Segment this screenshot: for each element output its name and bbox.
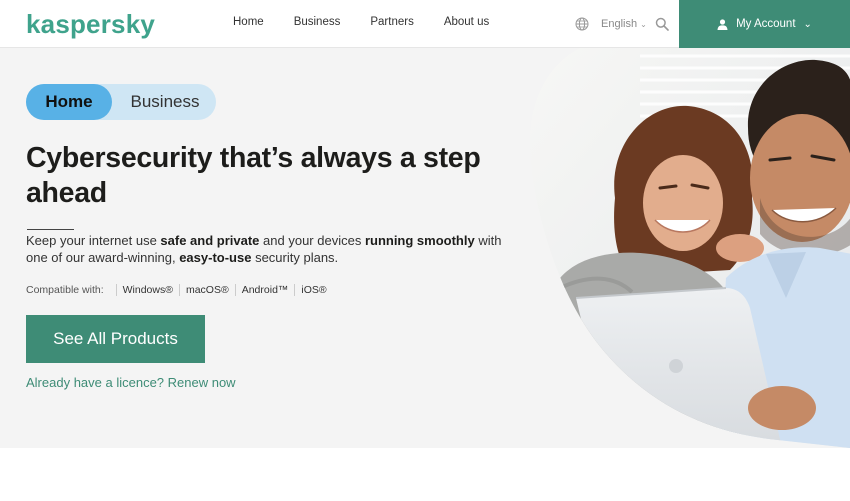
- platform-macos: macOS®: [178, 284, 235, 296]
- segment-toggle: Home Business: [26, 84, 216, 120]
- top-navigation: kaspersky Home Business Partners About u…: [0, 0, 850, 48]
- main-nav: Home Business Partners About us: [233, 16, 489, 28]
- see-all-products-button[interactable]: See All Products: [26, 315, 205, 363]
- desc-text-1: Keep your internet use: [26, 233, 161, 248]
- compatible-label: Compatible with:: [26, 284, 104, 296]
- platform-android: Android™: [234, 284, 295, 296]
- user-icon: [717, 18, 728, 30]
- hero-photo: [529, 48, 850, 448]
- chevron-down-icon: ⌄: [803, 18, 812, 30]
- toggle-home[interactable]: Home: [26, 84, 112, 120]
- platform-ios: iOS®: [294, 284, 332, 296]
- compatibility-row: Compatible with: Windows® macOS® Android…: [26, 284, 333, 296]
- language-label: English: [601, 18, 638, 30]
- nav-business[interactable]: Business: [294, 16, 341, 28]
- desc-text-2: and your devices: [259, 233, 365, 248]
- search-icon[interactable]: [655, 17, 669, 31]
- globe-icon[interactable]: [575, 17, 589, 31]
- nav-about-us[interactable]: About us: [444, 16, 489, 28]
- renew-licence-link[interactable]: Already have a licence? Renew now: [26, 375, 236, 390]
- my-account-label: My Account: [736, 18, 796, 30]
- my-account-button[interactable]: My Account ⌄: [679, 0, 850, 48]
- kaspersky-logo[interactable]: kaspersky: [26, 9, 155, 40]
- desc-bold-easy-to-use: easy-to-use: [179, 249, 252, 265]
- platform-windows: Windows®: [115, 284, 179, 296]
- desc-bold-running-smoothly: running smoothly: [364, 233, 475, 248]
- desc-bold-safe-private: safe and private: [160, 233, 260, 248]
- toggle-business[interactable]: Business: [118, 84, 212, 120]
- nav-partners[interactable]: Partners: [370, 16, 413, 28]
- desc-text-4: security plans.: [251, 249, 339, 265]
- divider: [27, 229, 74, 230]
- hero-description: Keep your internet use safe and private …: [26, 233, 526, 266]
- nav-home[interactable]: Home: [233, 16, 264, 28]
- language-selector[interactable]: English ⌄: [601, 18, 647, 30]
- hero-headline: Cybersecurity that’s always a step ahead: [26, 142, 481, 209]
- chevron-down-icon: ⌄: [640, 19, 647, 29]
